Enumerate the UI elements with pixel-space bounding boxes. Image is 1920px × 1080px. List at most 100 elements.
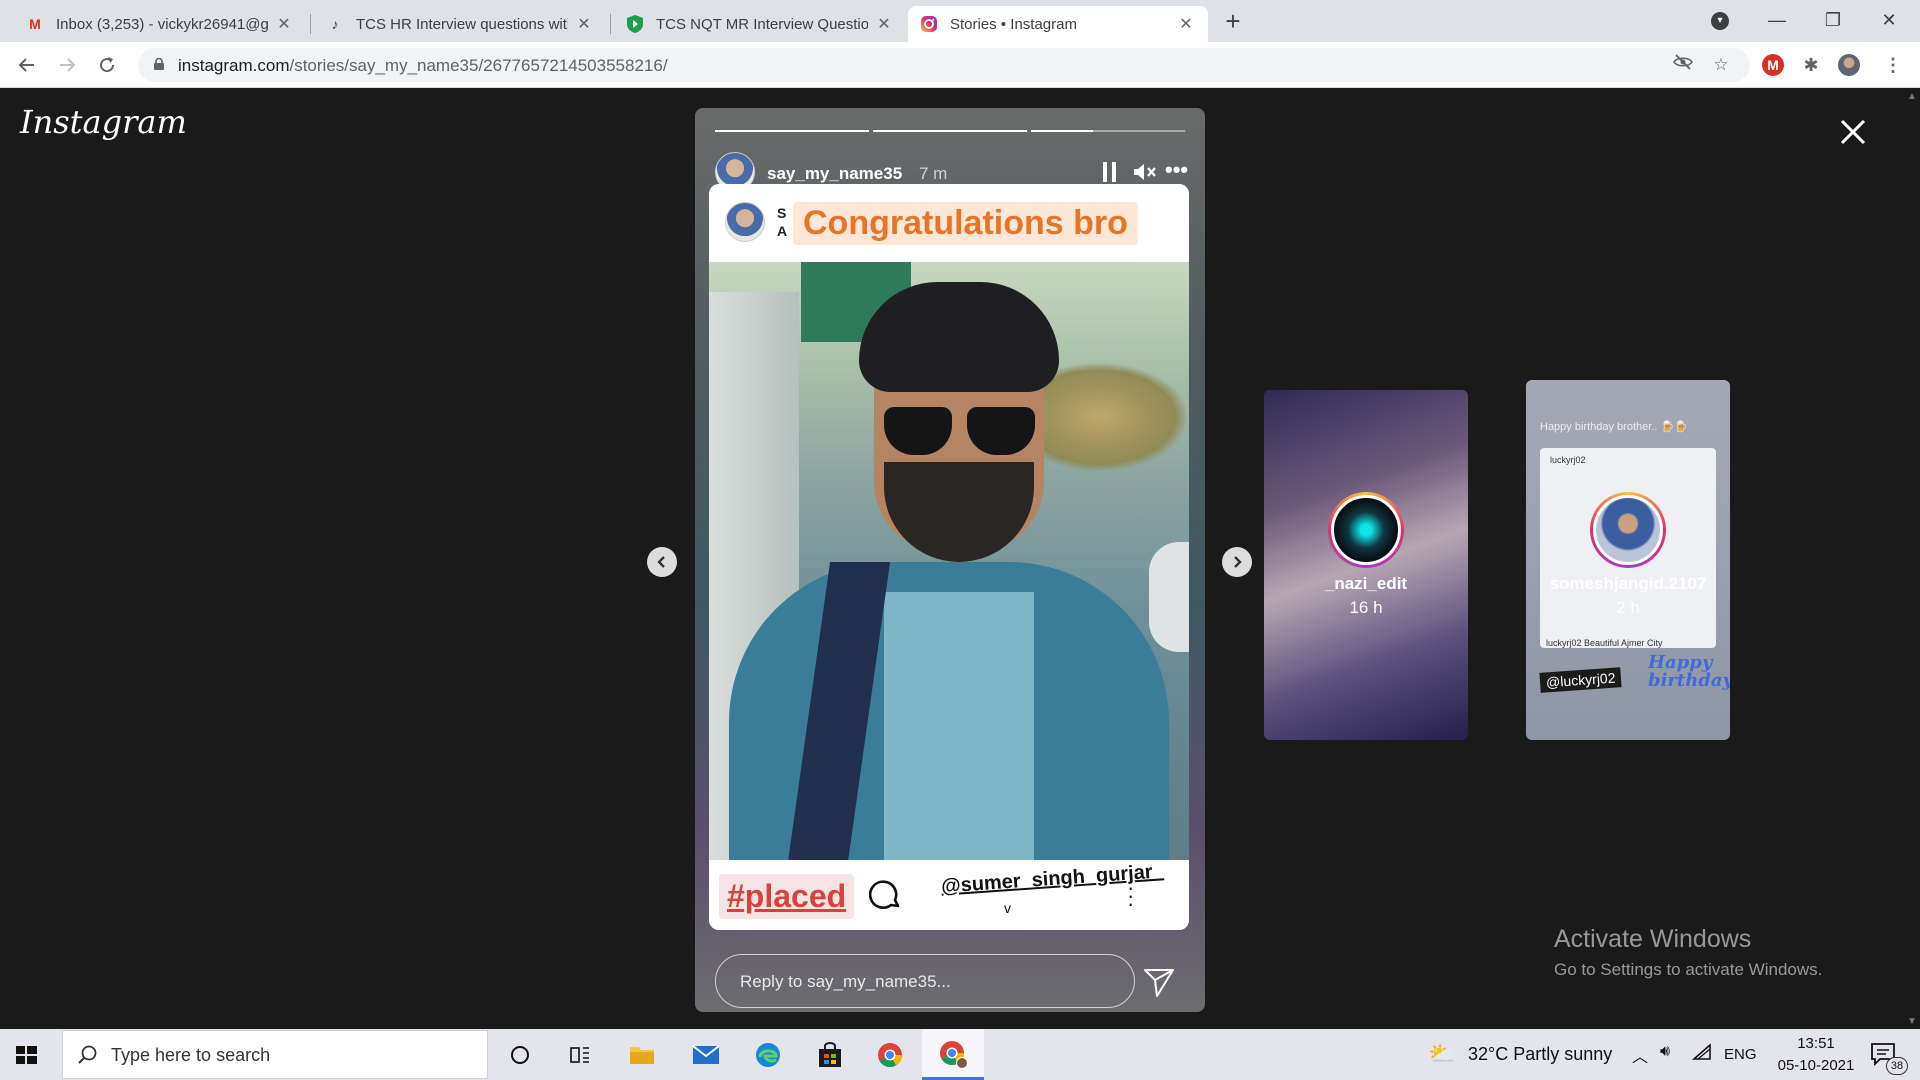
window-close-button[interactable]: ✕ <box>1866 4 1912 36</box>
wifi-icon[interactable] <box>1691 1043 1712 1066</box>
preview-username: someshjangid.2107 <box>1549 574 1707 593</box>
scroll-up-icon[interactable]: ▲ <box>1907 91 1917 102</box>
close-icon[interactable]: ✕ <box>874 14 894 34</box>
story-preview-nazi-edit[interactable]: _nazi_edit 16 h <box>1264 390 1468 740</box>
mute-icon[interactable] <box>1133 162 1157 182</box>
story-viewer[interactable]: say_my_name35 7 m ••• S A Congratulation… <box>695 108 1205 1012</box>
speaker-icon[interactable]: 🔊︎ <box>1660 1043 1670 1061</box>
story-username[interactable]: say_my_name35 <box>767 164 902 184</box>
chevron-up-icon[interactable]: ︿ <box>1632 1043 1648 1067</box>
more-options-icon[interactable]: ••• <box>1165 159 1189 184</box>
stories-page: Instagram say_my_name35 7 m ••• S A Cong… <box>0 89 1920 1029</box>
weather-icon[interactable]: ⛅ <box>1428 1041 1455 1067</box>
story-timestamp: 7 m <box>919 164 948 183</box>
close-icon[interactable]: ✕ <box>574 14 594 34</box>
close-icon[interactable]: ✕ <box>1176 14 1196 34</box>
preview-birthday-line2: birthday <box>1648 670 1730 691</box>
tab-separator <box>610 14 611 34</box>
watermark-title: Activate Windows <box>1554 925 1752 953</box>
chevron-left-icon <box>657 556 665 568</box>
extension-m-icon[interactable]: M <box>1762 54 1784 76</box>
story-content: S A Congratulations bro #placed @sumer_s… <box>709 184 1189 930</box>
preview-post-author: luckyrj02 <box>1550 455 1586 465</box>
shared-post-author: S A <box>777 204 787 240</box>
maximize-button[interactable]: ❐ <box>1810 4 1856 36</box>
tab-title: TCS HR Interview questions with <box>356 15 568 33</box>
tcs-icon: ♪ <box>331 16 339 32</box>
tab-tcs-hr[interactable]: ♪ TCS HR Interview questions with ✕ <box>314 6 606 42</box>
shared-post-author-line1: S <box>777 205 787 221</box>
shared-post-header: S A Congratulations bro <box>709 184 1189 262</box>
progress-fill <box>715 130 869 132</box>
tab-tcs-nqt[interactable]: TCS NQT MR Interview Question ✕ <box>614 6 906 42</box>
instagram-icon <box>920 15 938 33</box>
photo-beard <box>884 462 1034 562</box>
comment-icon <box>869 880 900 909</box>
close-icon[interactable] <box>1838 117 1868 147</box>
preview-timestamp: 2 h <box>1616 598 1640 617</box>
story-preview-someshjangid[interactable]: Happy birthday brother.. 🍺🍺 luckyrj02 lu… <box>1526 380 1730 740</box>
address-bar[interactable]: instagram.com/stories/say_my_name35/2677… <box>138 48 1750 82</box>
taskbar-active-chrome[interactable] <box>922 1029 984 1080</box>
activate-windows-watermark: Activate Windows Go to Settings to activ… <box>1554 925 1822 980</box>
pause-icon[interactable] <box>1103 162 1117 182</box>
windows-start-icon[interactable] <box>12 1041 40 1069</box>
eye-off-icon[interactable] <box>1672 54 1694 76</box>
weather-text[interactable]: 32°C Partly sunny <box>1468 1044 1612 1065</box>
cortana-icon[interactable] <box>502 1037 538 1073</box>
preview-birthday-sticker: Happy birthday <box>1648 654 1730 690</box>
task-view-icon[interactable] <box>562 1037 598 1073</box>
tab-search-icon[interactable]: ▾ <box>1711 12 1729 30</box>
tab-instagram[interactable]: Stories • Instagram ✕ <box>908 6 1208 42</box>
mention-arrow: v <box>1004 900 1011 916</box>
close-icon[interactable]: ✕ <box>274 14 294 34</box>
windows-taskbar: Type here to search ⛅ 32°C Partly sunny … <box>0 1029 1920 1080</box>
send-icon[interactable] <box>1143 966 1175 998</box>
shield-icon <box>626 15 644 33</box>
bookmark-star-icon[interactable]: ☆ <box>1710 54 1732 76</box>
back-button[interactable] <box>12 50 42 80</box>
avatar <box>725 202 765 242</box>
preview-mention-tag: @luckyrj02 <box>1539 667 1623 693</box>
back-arrow-icon <box>18 58 34 72</box>
puzzle-icon[interactable]: ✱ <box>1800 54 1822 76</box>
previous-story-button[interactable] <box>647 547 677 577</box>
browser-toolbar: instagram.com/stories/say_my_name35/2677… <box>0 42 1920 88</box>
preview-post-caption: luckyrj02 Beautiful Ajmer City <box>1546 638 1663 648</box>
instagram-logo[interactable]: Instagram <box>20 103 187 141</box>
story-photo <box>709 262 1189 860</box>
hashtag-sticker[interactable]: #placed <box>719 874 855 919</box>
photo-trees <box>1039 362 1189 472</box>
reply-input[interactable] <box>740 969 1120 995</box>
chrome-icon[interactable] <box>872 1037 908 1073</box>
store-icon[interactable] <box>812 1037 848 1073</box>
new-tab-button[interactable]: + <box>1218 8 1248 36</box>
lock-icon <box>154 58 164 70</box>
mail-icon[interactable] <box>688 1037 724 1073</box>
photo-hair <box>859 282 1059 392</box>
language-indicator[interactable]: ENG <box>1724 1046 1757 1063</box>
progress-fill <box>873 130 1027 132</box>
tab-gmail[interactable]: M Inbox (3,253) - vickykr26941@gm ✕ <box>14 6 306 42</box>
tab-title: Inbox (3,253) - vickykr26941@gm <box>56 15 268 33</box>
edge-icon[interactable] <box>750 1037 786 1073</box>
reload-button[interactable] <box>92 50 122 80</box>
progress-fill <box>1031 130 1093 132</box>
reply-box <box>715 954 1135 1008</box>
scroll-down-icon[interactable]: ▼ <box>1907 1016 1917 1027</box>
taskbar-search[interactable]: Type here to search <box>62 1030 488 1079</box>
system-clock[interactable]: 13:51 05-10-2021 <box>1766 1033 1866 1077</box>
minimize-button[interactable]: — <box>1754 4 1800 36</box>
next-story-button[interactable] <box>1222 547 1252 577</box>
notification-badge: 38 <box>1886 1057 1908 1075</box>
shared-post-author-line2: A <box>777 223 788 239</box>
headline-sticker: Congratulations bro <box>793 202 1138 245</box>
photo-shirt <box>884 592 1034 860</box>
shared-post-footer: #placed @sumer_singh_gurjar_ v · · · <box>709 860 1189 930</box>
file-explorer-icon[interactable] <box>624 1037 660 1073</box>
profile-avatar[interactable] <box>1838 54 1860 76</box>
progress-segment <box>873 130 1027 132</box>
page-scrollbar[interactable]: ▲ ▼ <box>1903 89 1920 1029</box>
forward-button[interactable] <box>52 50 82 80</box>
menu-dots-icon[interactable]: ⋮ <box>1882 54 1904 76</box>
